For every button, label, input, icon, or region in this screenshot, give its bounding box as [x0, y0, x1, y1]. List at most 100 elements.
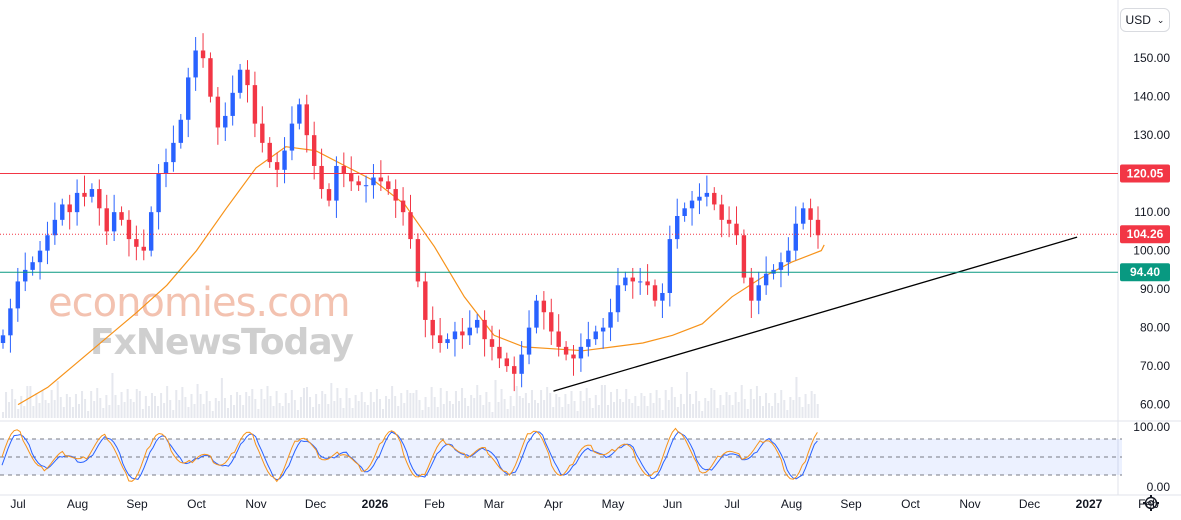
candle-body [504, 358, 510, 367]
candle-body [311, 135, 317, 166]
price-tick-label: 130.00 [1133, 128, 1170, 142]
volume-bar [375, 389, 378, 418]
candle [741, 229, 747, 284]
time-tick-label: Oct [187, 497, 206, 511]
volume-bar [32, 406, 35, 418]
volume-bar [96, 388, 99, 418]
price-chart[interactable]: economies.comFxNewsToday 150.00 140.00 130.… [0, 0, 1181, 520]
volume-bar [494, 380, 497, 418]
volume-bar [497, 402, 500, 418]
candle-body [104, 208, 109, 232]
volume-bar [378, 399, 381, 418]
volume-bar [467, 406, 470, 418]
time-tick-label: Nov [245, 497, 266, 511]
volume-bar [342, 408, 345, 418]
volume-bar [798, 397, 801, 418]
volume-bar [682, 404, 685, 418]
volume-bar [461, 388, 464, 418]
time-tick-label: Sep [840, 497, 862, 511]
volume-bar [217, 401, 220, 418]
volume-bar [673, 397, 676, 418]
candle-body [319, 165, 324, 190]
candle-body [267, 142, 272, 163]
volume-bar [816, 404, 819, 418]
level-badge-label: 120.05 [1127, 166, 1164, 180]
price-tick-label: 100.00 [1133, 244, 1170, 258]
volume-bar [701, 411, 704, 418]
volume-bar [220, 378, 223, 418]
volume-bar [178, 400, 181, 418]
volume-bar [780, 390, 783, 418]
candle-body [608, 312, 613, 328]
candle-body [60, 204, 65, 220]
candle-body [415, 239, 421, 282]
watermark-line2: FxNewsToday [90, 322, 354, 363]
candle-body [148, 212, 154, 251]
volume-bar [424, 397, 427, 418]
volume-bar [664, 390, 667, 418]
volume-bar [369, 392, 372, 418]
candle-body [460, 331, 465, 336]
candle-body [408, 212, 413, 240]
volume-bar [35, 393, 38, 418]
volume-bar [309, 397, 312, 418]
volume-bar [658, 398, 661, 418]
volume-bar [758, 396, 761, 418]
volume-bar [169, 400, 172, 418]
volume-bar [625, 389, 628, 418]
candle-body [512, 366, 517, 374]
volume-bar [29, 386, 32, 418]
time-tick-label: May [602, 497, 625, 511]
volume-bar [202, 404, 205, 418]
candle-body [45, 235, 50, 251]
candle-body [756, 285, 761, 301]
volume-bar [734, 392, 737, 418]
volume-bar [59, 397, 62, 418]
candle-body [749, 277, 754, 301]
volume-bar [716, 408, 719, 418]
volume-bar [336, 388, 339, 418]
volume-bar [382, 409, 384, 418]
candle-body [497, 346, 502, 359]
candle-body [808, 208, 813, 220]
volume-bar [676, 407, 679, 418]
gear-icon[interactable] [1141, 493, 1161, 513]
volume-bar [527, 403, 530, 418]
volume-bar [710, 388, 713, 418]
volume-bar [439, 388, 442, 418]
price-tick-label: 110.00 [1134, 205, 1170, 219]
volume-bar [582, 401, 585, 418]
time-tick-label: Aug [781, 497, 802, 511]
candle-body [82, 192, 87, 197]
candle-body [230, 92, 235, 116]
candle-body [593, 331, 598, 340]
candle-body [215, 96, 221, 128]
currency-selector[interactable]: USD ⌄ [1120, 8, 1170, 32]
volume-bar [47, 403, 50, 418]
volume-bar [385, 396, 388, 418]
volume-bar [312, 407, 315, 418]
volume-bar [138, 391, 141, 418]
volume-bar [670, 387, 673, 418]
volume-bar [20, 396, 23, 418]
volume-bar [56, 381, 59, 418]
volume-bar [488, 402, 491, 418]
price-tick-label: 140.00 [1133, 90, 1170, 104]
volume-bar [299, 397, 302, 418]
candle-body [630, 277, 635, 282]
volume-bar [239, 395, 242, 418]
time-tick-label: Mar [484, 497, 505, 511]
candle-body [763, 273, 769, 286]
volume-bar [287, 403, 290, 418]
volume-bar [610, 392, 612, 418]
volume-bar [473, 398, 476, 418]
volume-bar [485, 392, 488, 418]
candle-body [141, 246, 146, 251]
volume-bar [154, 396, 156, 418]
volume-bar [278, 403, 281, 418]
candle-body [363, 185, 369, 187]
volume-bar [44, 400, 47, 418]
time-tick-label: Sep [126, 497, 148, 511]
candle-body [556, 331, 561, 347]
volume-bar [512, 406, 515, 418]
